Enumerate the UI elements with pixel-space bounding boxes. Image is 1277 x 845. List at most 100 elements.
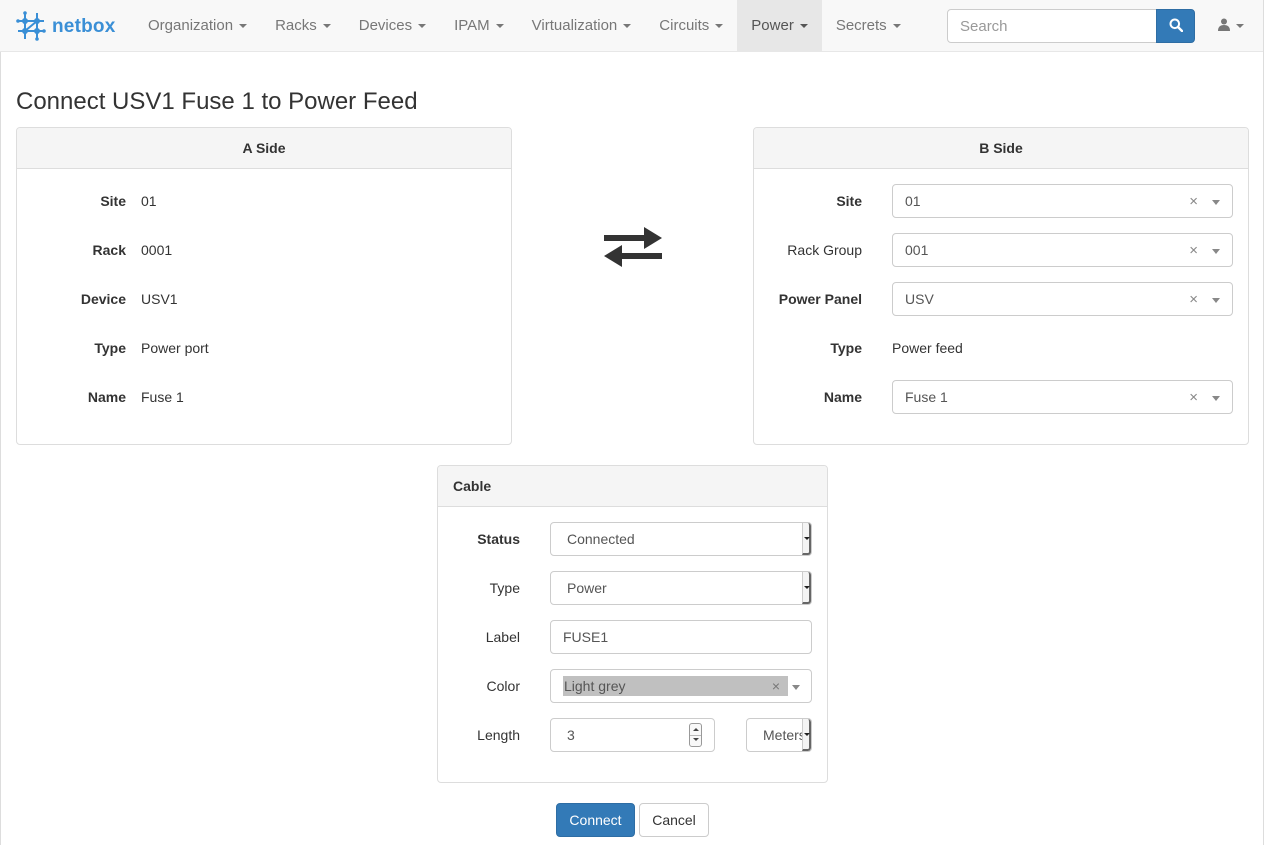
selected-value: Meters [763,727,806,743]
cable-label-row: Label [437,620,812,654]
selected-value: Power [567,580,607,596]
caret-down-icon [892,23,901,28]
color-chip: Light grey × [563,676,788,696]
length-unit-select[interactable]: Meters [746,718,812,752]
clear-icon[interactable]: × [1189,193,1198,210]
user-menu[interactable] [1218,0,1244,51]
b-side-heading: B Side [754,128,1248,169]
dropdown-arrow-icon [802,719,811,751]
b-side-site-row: Site 01 × [753,184,1233,218]
cable-type-select[interactable]: Power [550,571,812,605]
nav-label: Organization [148,17,234,34]
clear-icon[interactable]: × [772,676,780,696]
a-side-rack-row: Rack 0001 [16,233,173,267]
chevron-down-icon [792,685,800,690]
cancel-button[interactable]: Cancel [639,803,709,837]
user-icon [1218,18,1230,34]
cable-status-row: Status Connected [437,522,812,556]
nav-label: Devices [358,17,413,34]
number-spinner[interactable] [689,723,702,747]
field-value: 01 [141,193,157,209]
a-side-name-row: Name Fuse 1 [16,380,184,414]
length-input[interactable]: 3 [550,718,715,752]
chevron-down-icon [1212,298,1220,303]
nav-devices[interactable]: Devices [345,0,440,51]
search-input[interactable] [947,9,1157,43]
field-label: Type [489,580,520,596]
field-label: Name [87,389,126,405]
rack-group-select[interactable]: 001 × [892,233,1233,267]
nav-circuits[interactable]: Circuits [645,0,737,51]
nav-organization[interactable]: Organization [134,0,261,51]
b-side-type-row: Type Power feed [753,331,962,365]
field-label: Label [485,629,520,645]
brand-link[interactable]: netbox [16,10,115,44]
status-select[interactable]: Connected [550,522,812,556]
cable-type-row: Type Power [437,571,812,605]
field-label: Color [486,678,520,694]
input-value: 3 [567,727,575,743]
field-label: Rack [92,242,126,258]
nav-label: Circuits [659,17,710,34]
selected-value: 01 [905,193,921,209]
caret-down-icon [1236,23,1244,28]
selected-value: Light grey [564,678,626,694]
field-label: Site [836,193,862,209]
nav-label: Racks [275,17,317,34]
field-label: Site [100,193,126,209]
chevron-down-icon [1212,396,1220,401]
field-value: Fuse 1 [141,389,184,405]
caret-down-icon [623,23,632,28]
field-label: Status [477,531,520,547]
exchange-arrows-icon [604,226,662,271]
field-value: 0001 [141,242,173,258]
clear-icon[interactable]: × [1189,389,1198,406]
nav-label: Secrets [835,17,887,34]
field-label: Type [830,340,862,356]
nav-power[interactable]: Power [737,0,822,51]
search-button[interactable] [1156,9,1195,43]
field-label: Device [80,291,126,307]
spinner-divider [690,735,701,736]
field-label: Name [823,389,862,405]
chevron-down-icon [1212,200,1220,205]
caret-down-icon [715,23,724,28]
power-feed-name-select[interactable]: Fuse 1 × [892,380,1233,414]
clear-icon[interactable]: × [1189,242,1198,259]
selected-value: 001 [905,242,929,258]
spinner-down-icon [693,738,699,741]
nav-label: IPAM [454,17,490,34]
nav-virtualization[interactable]: Virtualization [518,0,646,51]
b-side-power-panel-row: Power Panel USV × [753,282,1233,316]
clear-icon[interactable]: × [1189,291,1198,308]
site-select[interactable]: 01 × [892,184,1233,218]
selected-value: Connected [567,531,635,547]
field-value: Power port [141,340,209,356]
color-select[interactable]: Light grey × [550,669,812,703]
main-nav: Organization Racks Devices IPAM Virtuali… [134,0,915,51]
caret-down-icon [799,23,808,28]
a-side-type-row: Type Power port [16,331,209,365]
connect-button[interactable]: Connect [556,803,635,837]
netbox-logo-icon [16,10,46,44]
dropdown-arrow-icon [802,572,811,604]
nav-racks[interactable]: Racks [261,0,345,51]
cable-label-input[interactable] [550,620,812,654]
b-side-name-row: Name Fuse 1 × [753,380,1233,414]
field-label: Power Panel [778,291,862,307]
spinner-up-icon [693,728,699,731]
window-border-left [0,0,1,845]
field-label: Type [94,340,126,356]
field-label: Rack Group [787,242,862,258]
field-label: Length [477,727,520,743]
navbar: netbox Organization Racks Devices IPAM V… [0,0,1263,52]
power-panel-select[interactable]: USV × [892,282,1233,316]
a-side-device-row: Device USV1 [16,282,178,316]
b-side-rack-group-row: Rack Group 001 × [753,233,1233,267]
search-icon [1169,18,1183,35]
nav-secrets[interactable]: Secrets [822,0,915,51]
chevron-down-icon [1212,249,1220,254]
page-title: Connect USV1 Fuse 1 to Power Feed [16,88,418,115]
nav-ipam[interactable]: IPAM [440,0,518,51]
window-border-right [1263,0,1264,845]
